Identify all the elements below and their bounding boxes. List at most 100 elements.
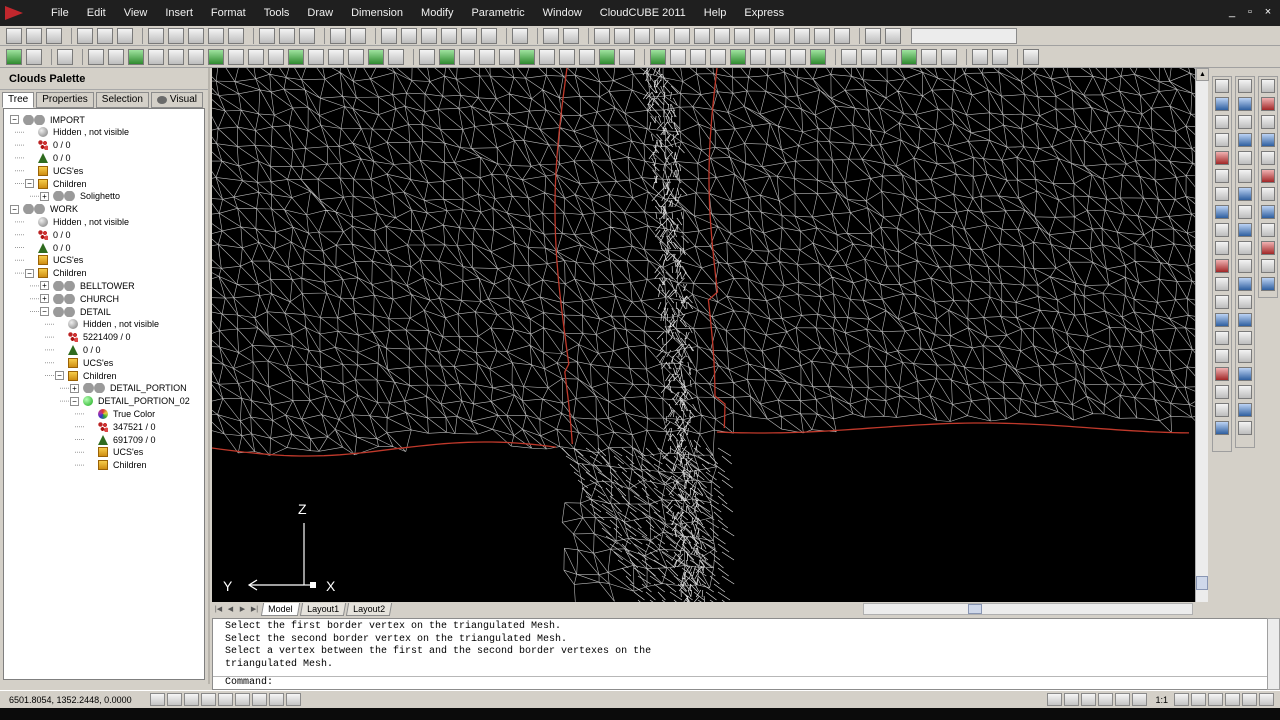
toolbar-tool-button[interactable]: [654, 27, 670, 44]
polar-button[interactable]: [201, 693, 216, 706]
tab-visual[interactable]: Visual: [150, 92, 203, 108]
toolbar-tool-button[interactable]: [330, 27, 346, 44]
vertical-tool-button[interactable]: [1238, 421, 1252, 435]
toolbar-tool-button[interactable]: [694, 27, 710, 44]
toolbar-tool-button[interactable]: [188, 27, 204, 44]
collapse-icon[interactable]: −: [25, 268, 34, 278]
toolbar-tool-button[interactable]: [594, 27, 610, 44]
toolbar-tool-button[interactable]: [634, 27, 650, 44]
toolbar-tool-button[interactable]: [754, 27, 770, 44]
ducs-button[interactable]: [252, 693, 267, 706]
osnap-button[interactable]: [218, 693, 233, 706]
vertical-tool-button[interactable]: [1215, 97, 1229, 111]
toolbar-tool-button[interactable]: [619, 48, 635, 65]
toolbar-tool-button[interactable]: [77, 27, 93, 44]
toolbar-lock-button[interactable]: [1208, 693, 1223, 706]
tree-node[interactable]: − IMPORT: [10, 113, 85, 126]
status-menu-button[interactable]: [1242, 693, 1257, 706]
toolbar-tool-button[interactable]: [992, 48, 1008, 65]
tree-node[interactable]: − DETAIL: [40, 305, 111, 318]
vertical-tool-button[interactable]: [1261, 97, 1275, 111]
toolbar-tool-button[interactable]: [479, 48, 495, 65]
menu-dimension[interactable]: Dimension: [342, 0, 412, 26]
toolbar-tool-button[interactable]: [368, 48, 384, 65]
otrack-button[interactable]: [235, 693, 250, 706]
toolbar-tool-button[interactable]: [710, 48, 726, 65]
tree-node[interactable]: − Children: [55, 369, 117, 382]
toolbar-tool-button[interactable]: [57, 48, 73, 65]
collapse-icon[interactable]: −: [55, 371, 64, 380]
toolbar-tool-button[interactable]: [670, 48, 686, 65]
vertical-tool-button[interactable]: [1215, 115, 1229, 129]
tree-node[interactable]: 0 / 0: [25, 241, 71, 254]
vertical-tool-button[interactable]: [1215, 313, 1229, 327]
vertical-tool-button[interactable]: [1215, 295, 1229, 309]
infer-constraints-button[interactable]: [150, 693, 165, 706]
toolbar-tool-button[interactable]: [188, 48, 204, 65]
dyn-button[interactable]: [269, 693, 284, 706]
toolbar-tool-button[interactable]: [168, 48, 184, 65]
tree-node[interactable]: 5221409 / 0: [55, 331, 131, 344]
vertical-tool-button[interactable]: [1261, 205, 1275, 219]
horizontal-scroll-thumb[interactable]: [968, 604, 982, 614]
left-bottom-border-line[interactable]: [212, 441, 557, 457]
toolbar-tool-button[interactable]: [972, 48, 988, 65]
vertical-scrollbar[interactable]: ▲: [1195, 68, 1209, 602]
restore-button[interactable]: ▫: [1244, 6, 1256, 18]
toolbar-tool-button[interactable]: [901, 48, 917, 65]
toolbar-tool-button[interactable]: [441, 27, 457, 44]
tree-node[interactable]: − Children: [25, 267, 87, 280]
cloud-tree[interactable]: − IMPORT Hidden , not visible 0 / 00 / 0 UCS…: [3, 108, 205, 680]
toolbar-tool-button[interactable]: [865, 27, 881, 44]
collapse-icon[interactable]: −: [40, 307, 49, 316]
toolbar-tool-button[interactable]: [168, 27, 184, 44]
toolbar-tool-button[interactable]: [885, 27, 901, 44]
tree-node[interactable]: UCS'es: [85, 446, 143, 459]
workspace-switching-button[interactable]: [1191, 693, 1206, 706]
vertical-tool-button[interactable]: [1215, 403, 1229, 417]
toolbar-tool-button[interactable]: [26, 48, 42, 65]
toolbar-tool-button[interactable]: [268, 48, 284, 65]
workspace-dropdown[interactable]: [911, 27, 1017, 44]
toolbar-tool-button[interactable]: [419, 48, 435, 65]
vertical-tool-button[interactable]: [1215, 151, 1229, 165]
annotation-visibility-button[interactable]: [1174, 693, 1189, 706]
toolbar-tool-button[interactable]: [563, 27, 579, 44]
toolbar-tool-button[interactable]: [941, 48, 957, 65]
vertical-tool-button[interactable]: [1215, 223, 1229, 237]
last-layout-arrow-icon[interactable]: ▶|: [249, 604, 260, 615]
ortho-button[interactable]: [184, 693, 199, 706]
zoom-button[interactable]: [1098, 693, 1114, 706]
vertical-tool-button[interactable]: [1215, 331, 1229, 345]
model-space-button[interactable]: [1047, 693, 1063, 706]
tree-node[interactable]: + Solighetto: [40, 190, 120, 203]
vertical-tool-button[interactable]: [1215, 169, 1229, 183]
toolbar-tool-button[interactable]: [97, 27, 113, 44]
toolbar-tool-button[interactable]: [208, 48, 224, 65]
toolbar-tool-button[interactable]: [770, 48, 786, 65]
vertical-tool-button[interactable]: [1215, 241, 1229, 255]
isolate-objects-button[interactable]: [1225, 693, 1240, 706]
triangulated-mesh[interactable]: [212, 68, 1195, 602]
vertical-tool-button[interactable]: [1261, 115, 1275, 129]
toolbar-tool-button[interactable]: [228, 27, 244, 44]
vertical-tool-button[interactable]: [1238, 385, 1252, 399]
vertical-tool-button[interactable]: [1215, 349, 1229, 363]
vertical-tool-button[interactable]: [1215, 367, 1229, 381]
vertical-tool-button[interactable]: [1238, 295, 1252, 309]
toolbar-tool-button[interactable]: [208, 27, 224, 44]
tree-node[interactable]: UCS'es: [25, 254, 83, 267]
next-layout-arrow-icon[interactable]: ▶: [237, 604, 248, 615]
tree-node[interactable]: 0 / 0: [25, 228, 71, 241]
toolbar-tool-button[interactable]: [481, 27, 497, 44]
tree-node[interactable]: True Color: [85, 407, 155, 420]
toolbar-tool-button[interactable]: [559, 48, 575, 65]
scroll-up-arrow-icon[interactable]: ▲: [1196, 68, 1209, 81]
toolbar-tool-button[interactable]: [421, 27, 437, 44]
toolbar-tool-button[interactable]: [328, 48, 344, 65]
vertical-tool-button[interactable]: [1215, 385, 1229, 399]
toolbar-tool-button[interactable]: [439, 48, 455, 65]
toolbar-tool-button[interactable]: [88, 48, 104, 65]
vertical-tool-button[interactable]: [1238, 97, 1252, 111]
tree-node[interactable]: − Children: [25, 177, 87, 190]
